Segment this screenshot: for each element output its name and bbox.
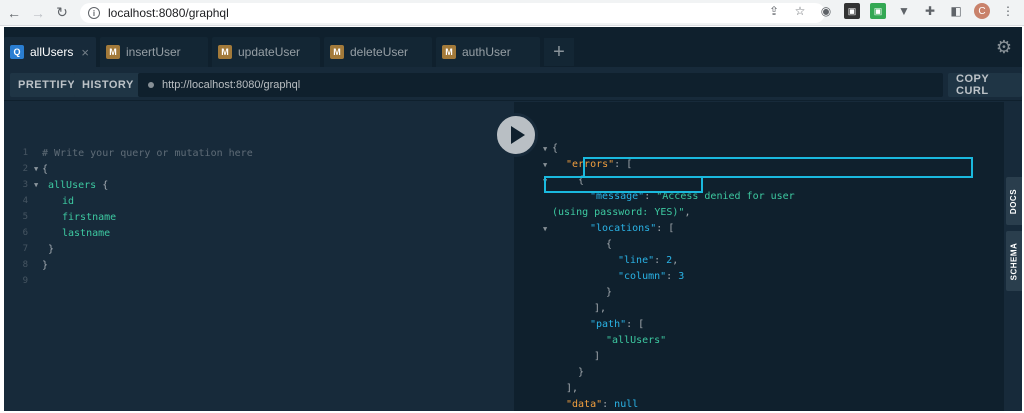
fold-arrow-icon[interactable]: ▼ — [543, 145, 547, 153]
tab-bar: Q allUsers × M insertUser M updateUser M… — [4, 27, 1022, 67]
fold-arrow-icon[interactable]: ▼ — [543, 177, 547, 185]
address-bar-url: localhost:8080/graphql — [108, 6, 229, 20]
menu-kebab-icon[interactable]: ⋮ — [1000, 3, 1016, 19]
tab-label: allUsers — [30, 45, 74, 59]
query-editor[interactable]: 1 # Write your query or mutation here 2 ▼… — [4, 102, 514, 411]
code-line: 8 } — [22, 259, 49, 271]
puzzle-icon[interactable]: ✚ — [922, 3, 938, 19]
tab-label: insertUser — [126, 45, 181, 59]
query-badge: Q — [10, 45, 24, 59]
mutation-badge: M — [330, 45, 344, 59]
status-dot-icon — [148, 82, 154, 88]
result-line: ], — [594, 302, 607, 314]
tab-insertuser[interactable]: M insertUser — [100, 37, 208, 67]
result-line: } — [606, 286, 613, 298]
tab-allusers[interactable]: Q allUsers × — [4, 37, 96, 67]
endpoint-url: http://localhost:8080/graphql — [162, 79, 301, 91]
forward-arrow-icon[interactable]: → — [28, 3, 48, 23]
result-line: "column": 3 — [618, 270, 685, 282]
address-bar[interactable]: i localhost:8080/graphql — [80, 3, 825, 23]
code-comment: # Write your query or mutation here — [42, 147, 253, 159]
result-line: "path": [ — [590, 318, 645, 330]
tab-label: updateUser — [238, 45, 301, 59]
result-line: "errors": [ — [566, 158, 633, 170]
share-icon[interactable]: ⇪ — [766, 3, 782, 19]
result-line: ], — [566, 382, 579, 394]
close-icon[interactable]: × — [81, 45, 89, 60]
tab-updateuser[interactable]: M updateUser — [212, 37, 320, 67]
tab-label: authUser — [462, 45, 511, 59]
fold-arrow-icon[interactable]: ▼ — [543, 225, 547, 233]
avatar[interactable]: C — [974, 3, 990, 19]
code-line: 6 lastname — [22, 227, 111, 239]
result-line: "locations": [ — [590, 222, 675, 234]
tab-deleteuser[interactable]: M deleteUser — [324, 37, 432, 67]
mutation-badge: M — [106, 45, 120, 59]
result-line: "line": 2, — [618, 254, 679, 266]
side-panel-icon[interactable]: ◧ — [948, 3, 964, 19]
fold-arrow-icon[interactable]: ▼ — [34, 181, 42, 189]
add-tab-button[interactable]: + — [544, 38, 574, 66]
play-icon — [511, 126, 525, 144]
browser-actions: ⇪ ☆ ◉ ▣ ▣ ▼ ✚ ◧ C ⋮ — [766, 3, 1016, 19]
result-line: "message": "Access denied for user — [590, 190, 795, 202]
extension-icon[interactable]: ▣ — [844, 3, 860, 19]
result-line: { — [578, 174, 585, 186]
camera-icon[interactable]: ◉ — [818, 3, 834, 19]
fold-arrow-icon[interactable]: ▼ — [34, 165, 42, 173]
code-line: 5 firstname — [22, 211, 117, 223]
result-line: ] — [594, 350, 601, 362]
graphql-playground: Q allUsers × M insertUser M updateUser M… — [4, 27, 1022, 411]
history-button[interactable]: HISTORY — [74, 73, 142, 97]
result-line: "data": null — [566, 398, 639, 410]
prettify-button[interactable]: PRETTIFY — [10, 73, 84, 97]
result-line: (using password: YES)", — [552, 206, 691, 218]
mutation-badge: M — [442, 45, 456, 59]
result-pane: ▼ { ▼ "errors": [ ▼ { "message": "Access… — [514, 102, 1004, 411]
endpoint-input[interactable]: http://localhost:8080/graphql — [138, 73, 943, 97]
tab-authuser[interactable]: M authUser — [436, 37, 540, 67]
docs-tab[interactable]: DOCS — [1006, 177, 1022, 225]
schema-tab[interactable]: SCHEMA — [1006, 231, 1022, 291]
extension-v-icon[interactable]: ▼ — [896, 3, 912, 19]
tab-label: deleteUser — [350, 45, 409, 59]
code-line: 9 — [22, 276, 28, 286]
gear-icon[interactable]: ⚙ — [996, 37, 1012, 58]
code-line: 7 } — [22, 243, 55, 255]
result-line: "allUsers" — [606, 334, 667, 346]
editor-toolbar: PRETTIFY HISTORY http://localhost:8080/g… — [4, 67, 1022, 101]
reload-icon[interactable]: ↻ — [52, 3, 72, 23]
result-line: { — [552, 142, 559, 154]
mutation-badge: M — [218, 45, 232, 59]
browser-toolbar: ← → ↻ i localhost:8080/graphql ⇪ ☆ ◉ ▣ ▣… — [0, 0, 1024, 26]
code-line: 1 # Write your query or mutation here — [22, 147, 253, 159]
extension-icon[interactable]: ▣ — [870, 3, 886, 19]
code-line: 2 ▼ { — [22, 163, 49, 175]
code-line: 4 id — [22, 195, 75, 207]
result-line: } — [578, 366, 585, 378]
back-arrow-icon[interactable]: ← — [4, 3, 24, 23]
code-line: 3 ▼ allUsers { — [22, 179, 109, 191]
copy-curl-button[interactable]: COPY CURL — [948, 73, 1022, 97]
fold-arrow-icon[interactable]: ▼ — [543, 161, 547, 169]
bookmark-star-icon[interactable]: ☆ — [792, 3, 808, 19]
site-info-icon[interactable]: i — [88, 7, 100, 19]
result-line: { — [606, 238, 613, 250]
run-button[interactable] — [494, 113, 538, 157]
